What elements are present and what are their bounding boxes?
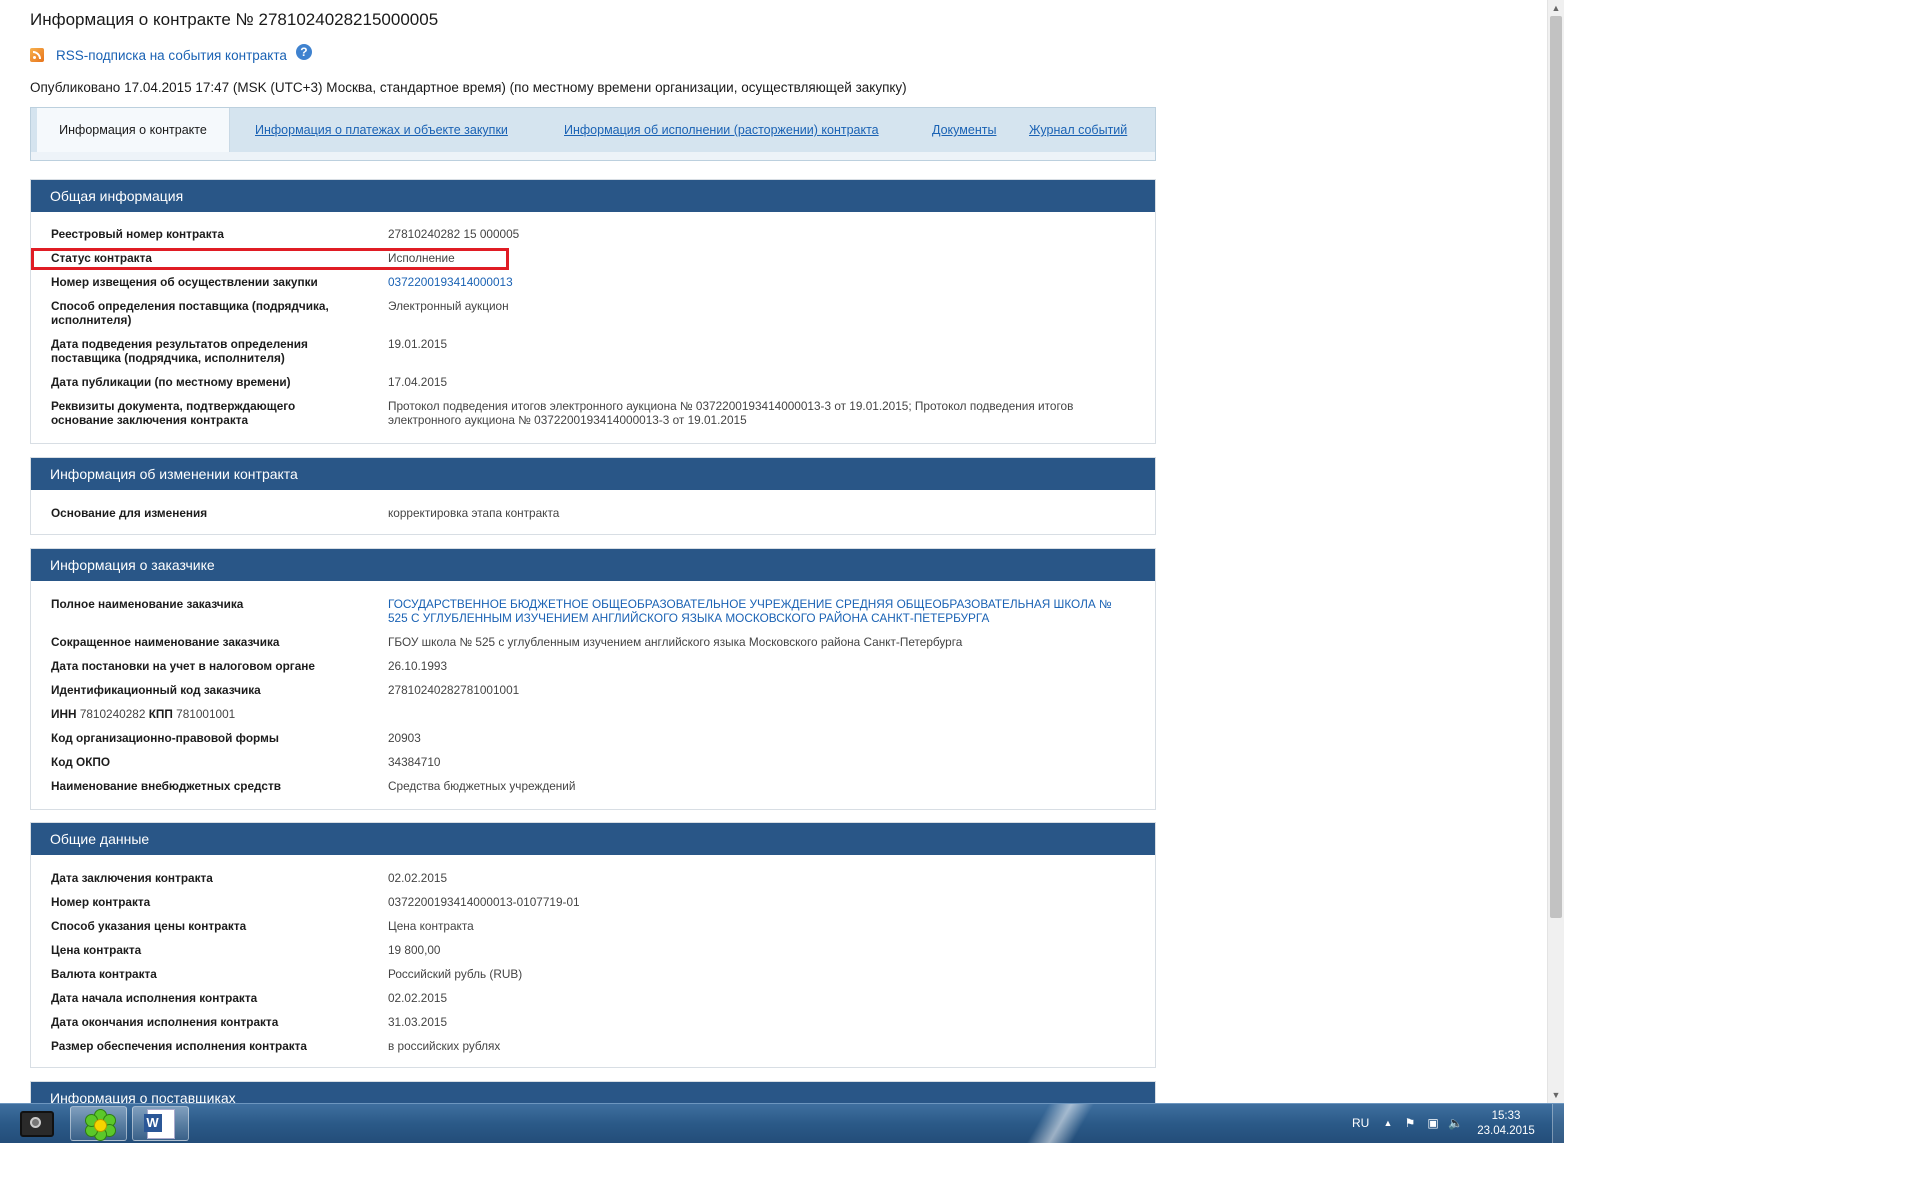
browser-page: Информация о контракте № 278102402821500… (0, 0, 1547, 1103)
row-label: Реквизиты документа, подтверждающего осн… (51, 399, 296, 427)
tab-payments[interactable]: Информация о платежах и объекте закупки (255, 108, 508, 153)
notice-number-link[interactable]: 0372200193414000013 (388, 275, 1125, 289)
row-value: Электронный аукцион (388, 299, 509, 313)
row-label: Размер обеспечения исполнения контракта (51, 1039, 307, 1053)
row-label: Наименование внебюджетных средств (51, 779, 281, 793)
row-label: Основание для изменения (51, 506, 208, 520)
row-value: в российских рублях (388, 1039, 501, 1053)
section-changes: Информация об изменении контракта Основа… (30, 457, 1156, 535)
rss-icon[interactable] (30, 48, 44, 62)
section-general-header: Общая информация (31, 180, 1155, 212)
row-label: Дата окончания исполнения контракта (51, 1015, 279, 1029)
tab-bar: Информация о контракте Информация о плат… (30, 107, 1156, 161)
row-value: 20903 (388, 731, 421, 745)
row-label: Дата начала исполнения контракта (51, 991, 258, 1005)
row-value: 17.04.2015 (388, 375, 448, 389)
language-indicator[interactable]: RU (1352, 1116, 1369, 1143)
row-label: Идентификационный код заказчика (51, 683, 261, 697)
inn-label: ИНН (51, 707, 77, 721)
section-changes-header: Информация об изменении контракта (31, 458, 1155, 490)
status-highlight-box (31, 248, 509, 270)
kpp-value: 781001001 (176, 707, 236, 721)
windows-taskbar: RU ▲ ⚑ ▣ 🔈 15:33 23.04.2015 (0, 1103, 1564, 1143)
row-label: Цена контракта (51, 943, 142, 957)
icq-flower-icon (84, 1108, 116, 1141)
row-value: ГБОУ школа № 525 с углубленным изучением… (388, 635, 963, 649)
rss-subscription-link[interactable]: RSS-подписка на события контракта (56, 48, 287, 63)
taskbar-glare (1015, 1104, 1105, 1143)
system-clock[interactable]: 15:33 23.04.2015 (1476, 1109, 1536, 1139)
inn-kpp-label: ИНН 7810240282 КПП 781001001 (51, 707, 351, 721)
row-label: Дата постановки на учет в налоговом орга… (51, 659, 315, 673)
row-label: Способ определения поставщика (подрядчик… (51, 299, 329, 327)
section-customer: Информация о заказчике Полное наименован… (30, 548, 1156, 810)
row-value: 34384710 (388, 755, 441, 769)
tab-contract-info[interactable]: Информация о контракте (37, 108, 230, 153)
network-icon[interactable]: ▣ (1426, 1116, 1440, 1130)
kpp-label: КПП (148, 707, 173, 721)
scroll-down-arrow-icon[interactable]: ▼ (1548, 1087, 1564, 1103)
row-value: 02.02.2015 (388, 991, 448, 1005)
camera-app-icon (19, 1110, 54, 1137)
rss-row: RSS-подписка на события контракта ? (30, 44, 312, 65)
scroll-up-arrow-icon[interactable]: ▲ (1548, 0, 1564, 16)
published-info: Опубликовано 17.04.2015 17:47 (MSK (UTC+… (30, 80, 907, 95)
scrollbar-thumb[interactable] (1550, 16, 1562, 918)
row-label: Код ОКПО (51, 755, 111, 769)
section-general: Общая информация Реестровый номер контра… (30, 179, 1156, 444)
row-value: 19 800,00 (388, 943, 441, 957)
tab-event-log[interactable]: Журнал событий (1029, 108, 1127, 153)
customer-full-name-link[interactable]: ГОСУДАРСТВЕННОЕ БЮДЖЕТНОЕ ОБЩЕОБРАЗОВАТЕ… (388, 597, 1125, 625)
row-label: Валюта контракта (51, 967, 157, 981)
taskbar-camera-app[interactable] (8, 1106, 65, 1141)
row-value: корректировка этапа контракта (388, 506, 560, 520)
vertical-scrollbar[interactable]: ▲ ▼ (1547, 0, 1564, 1103)
clock-date: 23.04.2015 (1477, 1125, 1535, 1137)
row-value: 27810240282781001001 (388, 683, 520, 697)
row-value: Российский рубль (RUB) (388, 967, 523, 981)
row-value: Средства бюджетных учреждений (388, 779, 576, 793)
section-suppliers: Информация о поставщиках (30, 1081, 1156, 1103)
row-label: Дата подведения результатов определения … (51, 337, 308, 365)
row-label: Дата заключения контракта (51, 871, 213, 885)
row-value: Протокол подведения итогов электронного … (388, 399, 1074, 427)
tabs-bottom-strip (31, 152, 1155, 160)
show-hidden-icons-icon[interactable]: ▲ (1381, 1116, 1395, 1130)
inn-value: 7810240282 (79, 707, 146, 721)
word-icon (143, 1108, 175, 1139)
row-label: Способ указания цены контракта (51, 919, 247, 933)
row-label: Дата публикации (по местному времени) (51, 375, 291, 389)
help-icon[interactable]: ? (295, 44, 312, 60)
row-value: 0372200193414000013-0107719-01 (388, 895, 580, 909)
row-value: 26.10.1993 (388, 659, 448, 673)
section-common-data: Общие данные Дата заключения контракта 0… (30, 822, 1156, 1068)
row-label: Сокращенное наименование заказчика (51, 635, 280, 649)
row-value: 31.03.2015 (388, 1015, 448, 1029)
clock-time: 15:33 (1491, 1110, 1521, 1122)
page-title: Информация о контракте № 278102402821500… (30, 10, 439, 29)
row-label: Номер контракта (51, 895, 151, 909)
row-label: Номер извещения об осуществлении закупки (51, 275, 318, 289)
volume-icon[interactable]: 🔈 (1448, 1116, 1463, 1130)
row-value: 19.01.2015 (388, 337, 448, 351)
section-suppliers-header: Информация о поставщиках (31, 1082, 1155, 1103)
taskbar-icq-app[interactable] (70, 1106, 127, 1141)
action-center-flag-icon[interactable]: ⚑ (1403, 1116, 1417, 1130)
row-value: 27810240282 15 000005 (388, 227, 520, 241)
section-common-data-header: Общие данные (31, 823, 1155, 855)
row-value: Цена контракта (388, 919, 474, 933)
row-label: Код организационно-правовой формы (51, 731, 279, 745)
section-customer-header: Информация о заказчике (31, 549, 1155, 581)
tab-documents[interactable]: Документы (932, 108, 996, 153)
row-label: Полное наименование заказчика (51, 597, 244, 611)
row-value: 02.02.2015 (388, 871, 448, 885)
taskbar-word-app[interactable] (132, 1106, 189, 1141)
row-label: Реестровый номер контракта (51, 227, 224, 241)
tab-execution[interactable]: Информация об исполнении (расторжении) к… (564, 108, 879, 153)
show-desktop-button[interactable] (1552, 1104, 1564, 1143)
